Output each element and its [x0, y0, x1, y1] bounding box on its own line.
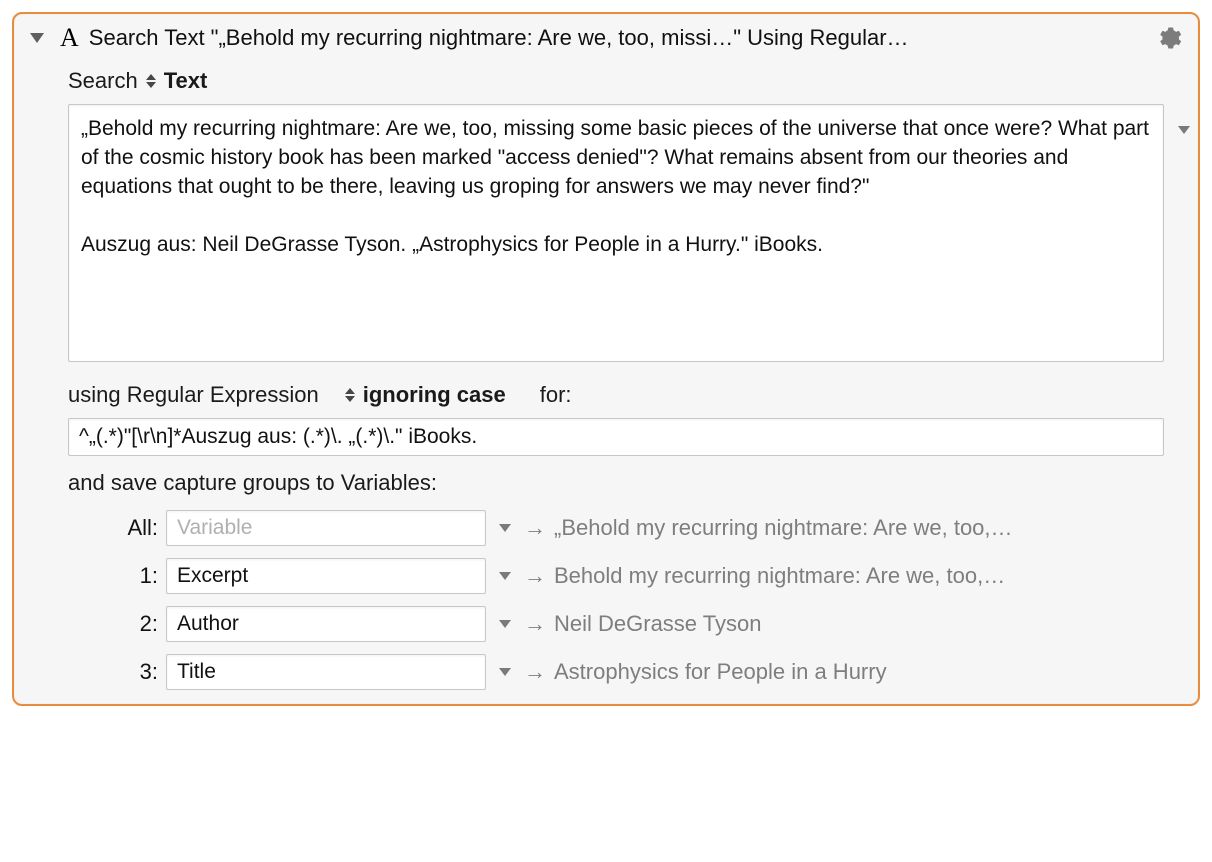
- group-label-3: 3:: [68, 659, 158, 685]
- variable-input-2[interactable]: [166, 606, 486, 642]
- variable-chevron-icon[interactable]: [494, 572, 516, 580]
- variable-chevron-icon[interactable]: [494, 524, 516, 532]
- capture-groups-table: All: → „Behold my recurring nightmare: A…: [68, 510, 1164, 690]
- variable-chevron-icon[interactable]: [494, 668, 516, 676]
- gear-icon[interactable]: [1154, 24, 1182, 52]
- group-label-all: All:: [68, 515, 158, 541]
- action-title: Search Text "„Behold my recurring nightm…: [89, 25, 1144, 51]
- preview-1: Behold my recurring nightmare: Are we, t…: [554, 563, 1164, 589]
- variable-chevron-icon[interactable]: [494, 620, 516, 628]
- search-text-action: A Search Text "„Behold my recurring nigh…: [12, 12, 1200, 706]
- save-groups-label: and save capture groups to Variables:: [68, 470, 1164, 496]
- group-label-1: 1:: [68, 563, 158, 589]
- regex-options-line: using Regular Expression ignoring case f…: [68, 382, 1164, 408]
- arrow-icon: →: [524, 611, 546, 637]
- variable-input-3[interactable]: [166, 654, 486, 690]
- regex-pattern-input[interactable]: [68, 418, 1164, 456]
- disclosure-triangle-icon[interactable]: [30, 33, 44, 43]
- for-label: for:: [540, 382, 572, 408]
- group-label-2: 2:: [68, 611, 158, 637]
- preview-3: Astrophysics for People in a Hurry: [554, 659, 1164, 685]
- search-mode-value: Text: [164, 68, 208, 94]
- search-mode-line: Search Text: [68, 68, 1164, 94]
- case-stepper[interactable]: [345, 388, 355, 402]
- expand-chevron-icon[interactable]: [1178, 126, 1190, 134]
- search-mode-stepper[interactable]: [146, 74, 156, 88]
- variable-input-all[interactable]: [166, 510, 486, 546]
- ignoring-case-label: ignoring case: [363, 382, 506, 408]
- preview-2: Neil DeGrasse Tyson: [554, 611, 1164, 637]
- arrow-icon: →: [524, 515, 546, 541]
- action-header: A Search Text "„Behold my recurring nigh…: [14, 14, 1198, 58]
- text-a-icon: A: [54, 25, 79, 51]
- search-text-input[interactable]: [68, 104, 1164, 362]
- variable-input-1[interactable]: [166, 558, 486, 594]
- preview-all: „Behold my recurring nightmare: Are we, …: [554, 515, 1164, 541]
- arrow-icon: →: [524, 563, 546, 589]
- search-label: Search: [68, 68, 138, 94]
- using-regex-label: using Regular Expression: [68, 382, 319, 408]
- arrow-icon: →: [524, 659, 546, 685]
